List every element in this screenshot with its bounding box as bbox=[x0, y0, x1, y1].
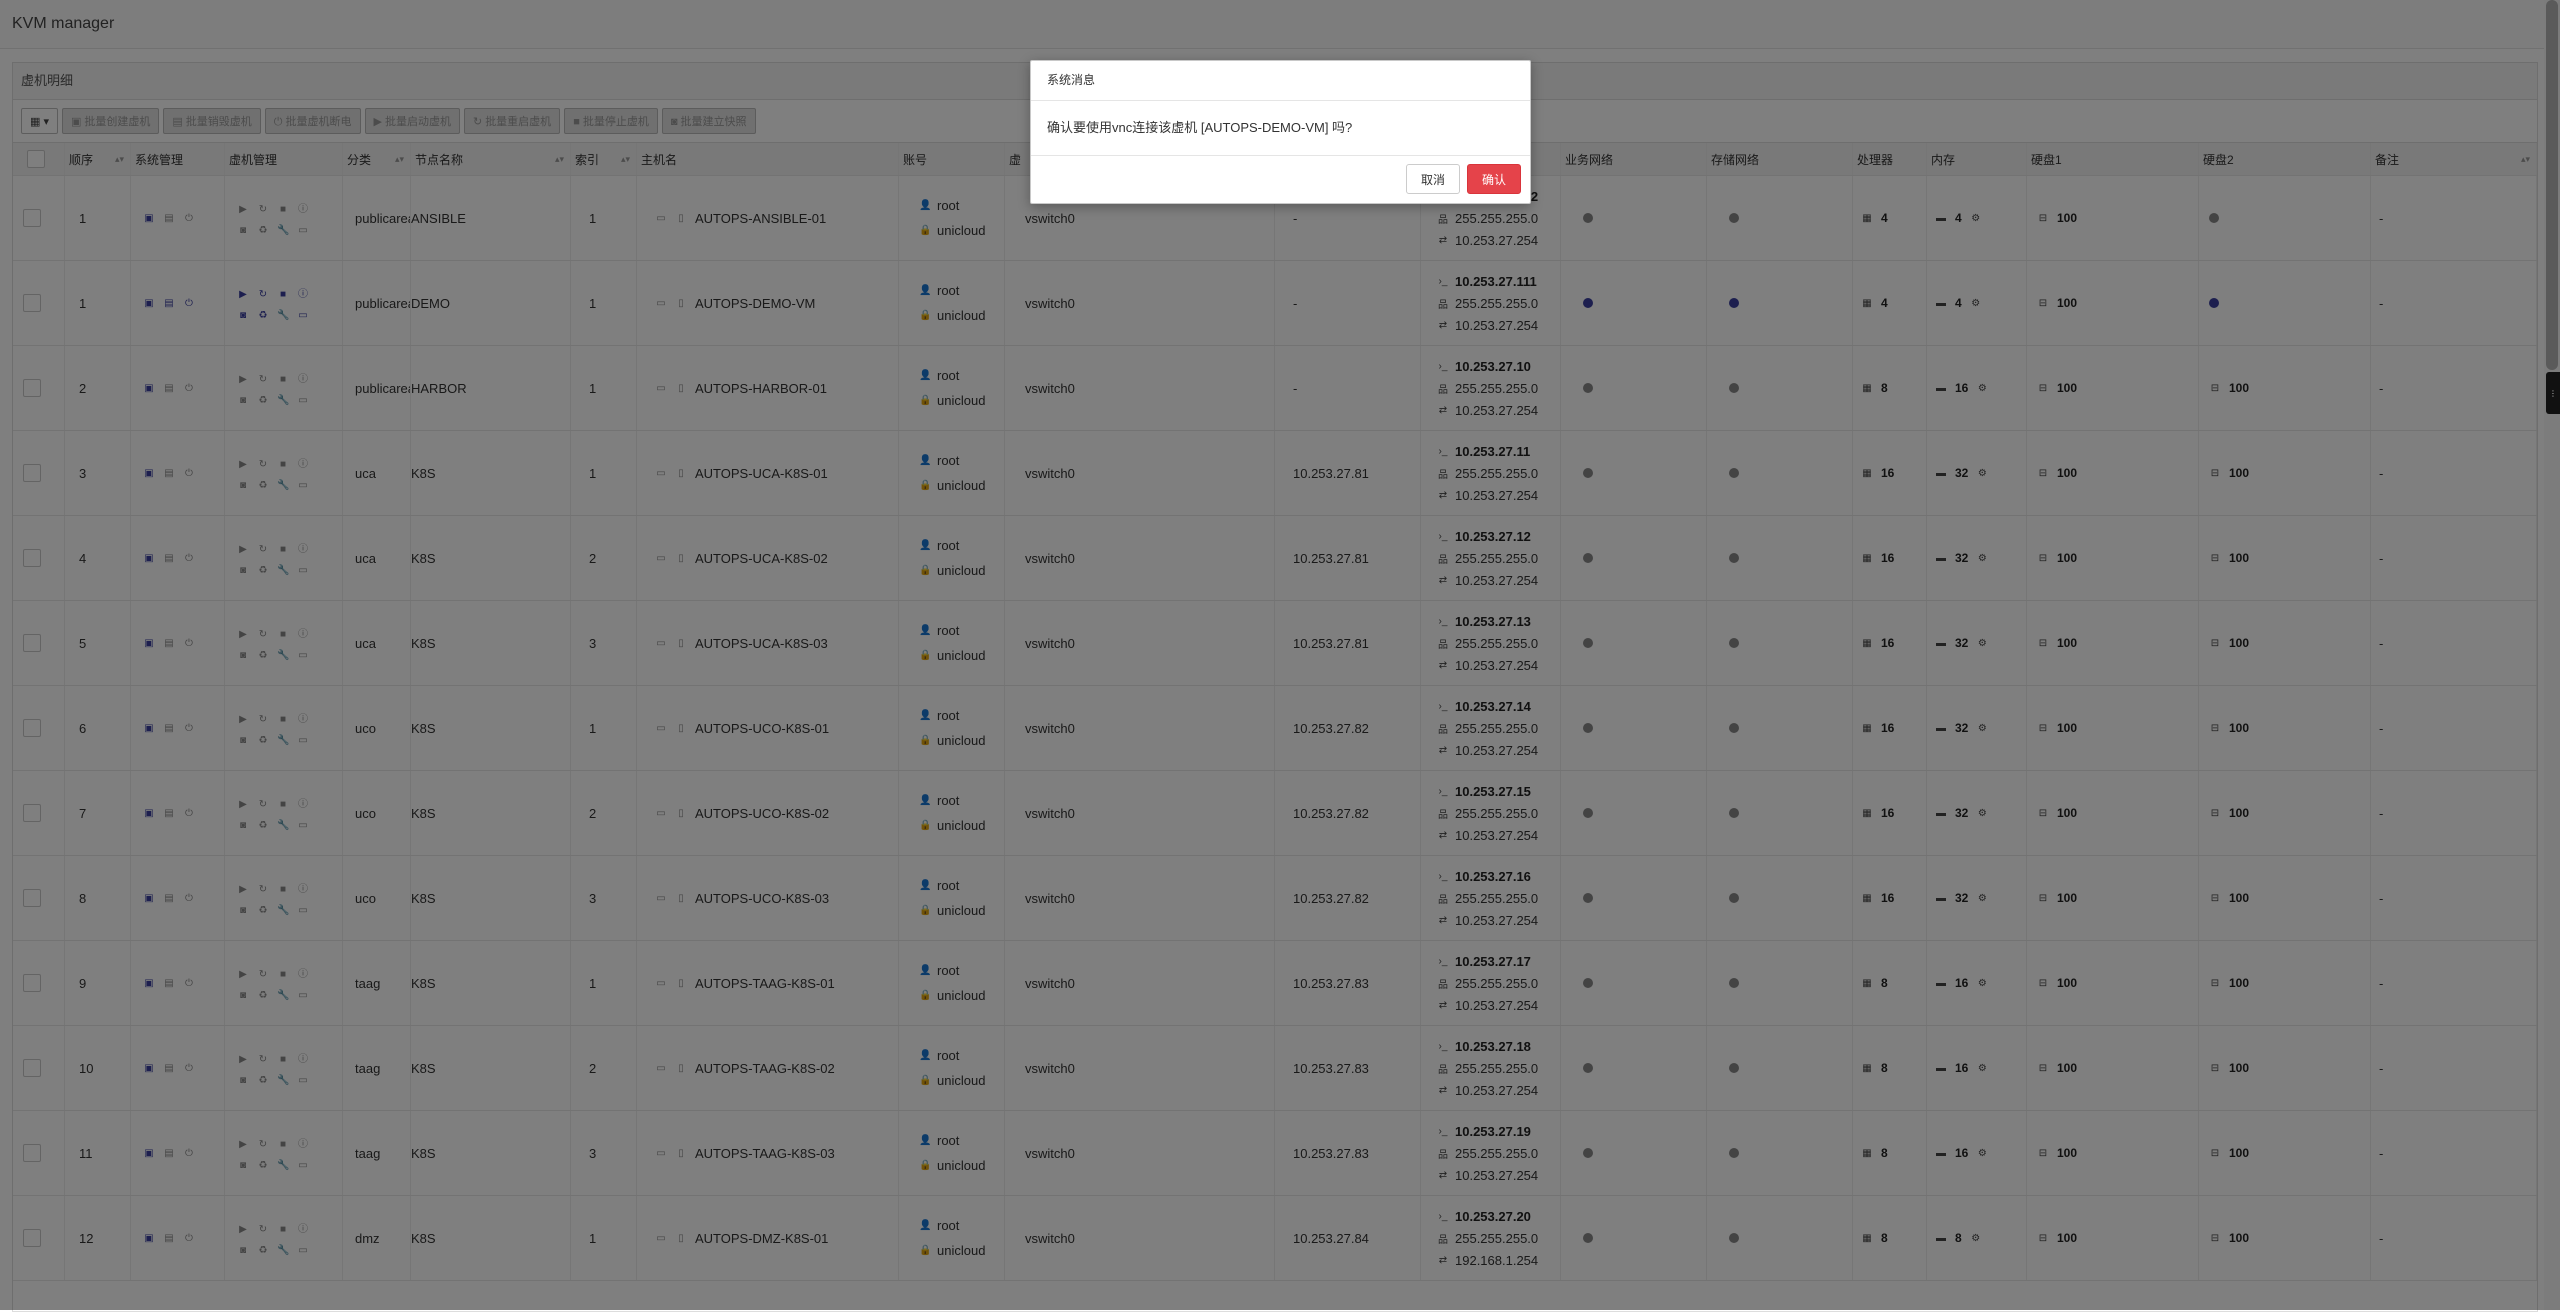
scrollbar-thumb[interactable] bbox=[2546, 0, 2558, 370]
confirm-button[interactable]: 确认 bbox=[1467, 164, 1521, 194]
side-drawer-tab[interactable]: ⋮ bbox=[2546, 372, 2560, 414]
page-scrollbar[interactable]: ⋮ bbox=[2544, 0, 2560, 1310]
cancel-button[interactable]: 取消 bbox=[1406, 164, 1460, 194]
dialog-footer: 取消 确认 bbox=[1031, 156, 1530, 203]
confirm-dialog: 系统消息 确认要使用vnc连接该虚机 [AUTOPS-DEMO-VM] 吗? 取… bbox=[1030, 60, 1531, 204]
dialog-message: 确认要使用vnc连接该虚机 [AUTOPS-DEMO-VM] 吗? bbox=[1031, 101, 1530, 156]
dialog-title: 系统消息 bbox=[1031, 61, 1530, 101]
